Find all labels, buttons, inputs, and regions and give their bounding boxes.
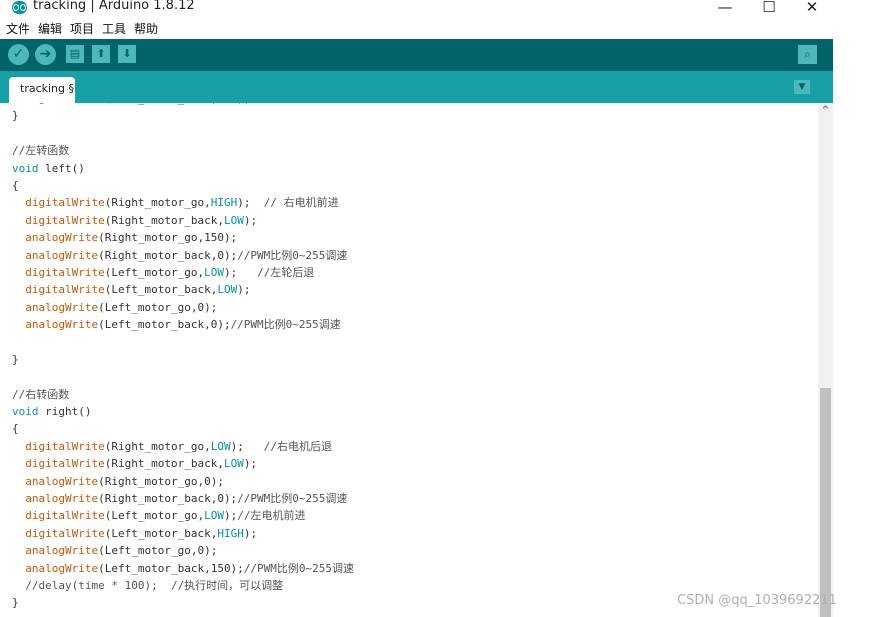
arduino-logo-icon [12,1,27,14]
code-line: analogWrite(Right_motor_back,0);//PWM比例0… [25,248,348,262]
code-line: analogWrite(Left_motor_go,0); [25,300,218,314]
code-line: //右转函数 [12,387,70,401]
watermark: CSDN @qq_1039692211 [677,593,837,608]
code-line: //delay(time * 100); //执行时间，可以调整 [12,578,284,592]
window-title: tracking | Arduino 1.8.12 [33,0,195,13]
code-line: digitalWrite(Left_motor_go,LOW); //左轮后退 [25,265,315,279]
code-line: } [12,596,19,610]
menu-file[interactable]: 文件 [6,20,30,37]
verify-icon[interactable]: ✓ [8,44,29,65]
code-editor[interactable]: digitalWrite(Left_motor_back,LOW);} //左转函… [0,103,818,617]
code-line: digitalWrite(Right_motor_back,LOW); [25,457,258,471]
tab-tracking[interactable]: tracking § [9,77,75,103]
code-line: digitalWrite(Right_motor_back,LOW); [25,213,258,227]
code-line: { [12,178,19,192]
code-line: digitalWrite(Right_motor_go,LOW); //右电机后… [25,439,332,453]
menu-edit[interactable]: 编辑 [38,20,62,37]
menu-tools[interactable]: 工具 [102,20,126,37]
save-icon[interactable]: ⬇ [118,45,136,63]
maximize-button[interactable]: ☐ [749,0,789,17]
code-line: } [12,109,19,123]
menu-help[interactable]: 帮助 [134,20,158,37]
scroll-thumb[interactable] [820,388,831,617]
code-line: //左转函数 [12,144,70,158]
code-line: digitalWrite(Left_motor_back,HIGH); [25,526,258,540]
tab-bar: tracking § ▼ [0,71,833,103]
code-line: analogWrite(Left_motor_go,0); [25,544,218,558]
serial-monitor-icon[interactable]: ⌕ [798,45,817,64]
new-sketch-icon[interactable]: ▤ [66,45,84,63]
tab-menu-dropdown-icon[interactable]: ▼ [794,80,810,94]
scroll-up-arrow-icon[interactable]: ^ [818,105,833,117]
code-text: digitalWrite(Left_motor_back,LOW);} //左转函… [12,103,354,612]
code-line: analogWrite(Left_motor_back,0);//PWM比例0~… [25,318,341,332]
tab-label: tracking § [20,82,75,95]
code-line: digitalWrite(Left_motor_back,LOW); [25,283,251,297]
code-line: analogWrite(Left_motor_back,150);//PWM比例… [25,561,355,575]
close-button[interactable]: ✕ [792,0,832,17]
menu-sketch[interactable]: 项目 [70,20,94,37]
code-line: digitalWrite(Left_motor_go,LOW);//左电机前进 [25,509,306,523]
code-line: void right() [12,405,92,419]
code-line: analogWrite(Right_motor_go,150); [25,231,238,245]
minimize-button[interactable]: — [705,0,745,17]
upload-icon[interactable]: ➔ [35,44,56,65]
code-line: analogWrite(Right_motor_back,0);//PWM比例0… [25,491,348,505]
toolbar: ✓ ➔ ▤ ⬆ ⬇ ⌕ [0,39,833,71]
vertical-scrollbar[interactable]: ^ [818,103,833,617]
title-bar: tracking | Arduino 1.8.12 — ☐ ✕ [0,0,870,18]
code-line: { [12,422,19,436]
code-line: digitalWrite(Right_motor_go,HIGH); // 右电… [25,196,339,210]
code-line: } [12,352,19,366]
code-line: void left() [12,161,85,175]
open-icon[interactable]: ⬆ [92,45,110,63]
code-line: analogWrite(Right_motor_go,0); [25,474,224,488]
